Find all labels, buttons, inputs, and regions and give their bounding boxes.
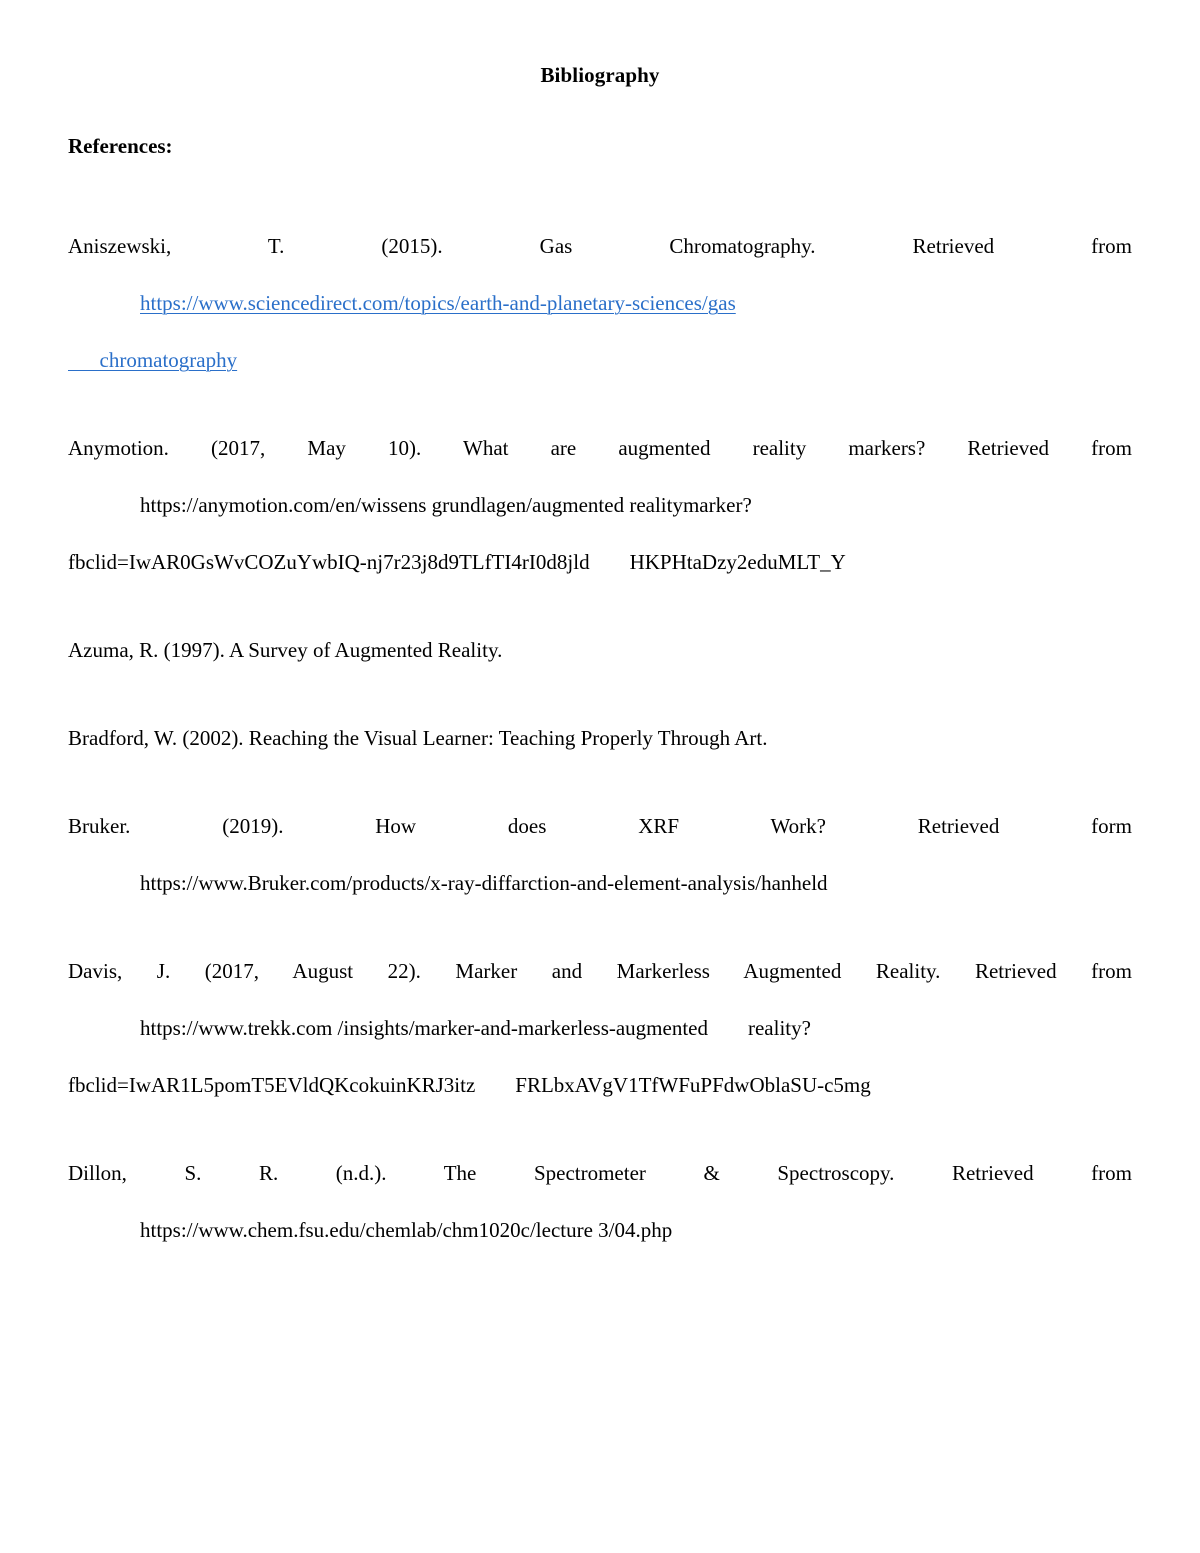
- reference-line: Azuma, R. (1997). A Survey of Augmented …: [68, 638, 503, 662]
- reference-entry: Anymotion. (2017, May 10). What are augm…: [68, 420, 1132, 591]
- reference-entry: Davis, J. (2017, August 22). Marker and …: [68, 943, 1132, 1114]
- reference-line: Dillon, S. R. (n.d.). The Spectrometer &…: [68, 1161, 1132, 1185]
- reference-entry: Bradford, W. (2002). Reaching the Visual…: [68, 710, 1132, 767]
- reference-line: https://www.trekk.com /insights/marker-a…: [68, 1000, 1132, 1057]
- reference-line: Anymotion. (2017, May 10). What are augm…: [68, 436, 1132, 460]
- reference-text-right: HKPHtaDzy2eduMLT_Y: [629, 550, 846, 574]
- document-body: Bibliography References: Aniszewski, T. …: [68, 62, 1132, 1259]
- reference-entry: Dillon, S. R. (n.d.). The Spectrometer &…: [68, 1145, 1132, 1259]
- citation-hyperlink[interactable]: https://www.sciencedirect.com/topics/ear…: [140, 291, 736, 315]
- reference-line: https://www.sciencedirect.com/topics/ear…: [68, 275, 1132, 332]
- reference-entry: Bruker. (2019). How does XRF Work? Retri…: [68, 798, 1132, 912]
- reference-list: Aniszewski, T. (2015). Gas Chromatograph…: [68, 218, 1132, 1259]
- hyperlink-leading-underline[interactable]: [68, 348, 100, 372]
- reference-text-right: FRLbxAVgV1TfWFuPFdwOblaSU-c5mg: [515, 1073, 871, 1097]
- reference-line: fbclid=IwAR0GsWvCOZuYwbIQ-nj7r23j8d9TLfT…: [68, 534, 1132, 591]
- reference-text-right: reality?: [747, 1016, 811, 1040]
- reference-entry: Azuma, R. (1997). A Survey of Augmented …: [68, 622, 1132, 679]
- document-page: Bibliography References: Aniszewski, T. …: [0, 0, 1200, 1553]
- citation-hyperlink-continuation[interactable]: chromatography: [100, 348, 238, 372]
- page-title: Bibliography: [540, 63, 660, 87]
- reference-line: Bradford, W. (2002). Reaching the Visual…: [68, 726, 768, 750]
- reference-line: fbclid=IwAR1L5pomT5EVldQKcokuinKRJ3itz FR…: [68, 1057, 1132, 1114]
- reference-text-left: fbclid=IwAR0GsWvCOZuYwbIQ-nj7r23j8d9TLfT…: [68, 550, 590, 574]
- reference-entry: Aniszewski, T. (2015). Gas Chromatograph…: [68, 218, 1132, 389]
- reference-line: https://www.chem.fsu.edu/chemlab/chm1020…: [140, 1218, 673, 1242]
- section-heading-references: References:: [68, 134, 173, 158]
- reference-line: https://www.Bruker.com/products/x-ray-di…: [140, 871, 828, 895]
- reference-line: Bruker. (2019). How does XRF Work? Retri…: [68, 814, 1132, 838]
- reference-line: https://anymotion.com/en/wissens grundla…: [140, 493, 752, 517]
- reference-text-left: fbclid=IwAR1L5pomT5EVldQKcokuinKRJ3itz: [68, 1073, 476, 1097]
- reference-line: chromatography: [68, 332, 1132, 389]
- reference-line: Davis, J. (2017, August 22). Marker and …: [68, 959, 1132, 983]
- reference-line: Aniszewski, T. (2015). Gas Chromatograph…: [68, 234, 1132, 258]
- reference-text-left: https://www.trekk.com /insights/marker-a…: [140, 1016, 708, 1040]
